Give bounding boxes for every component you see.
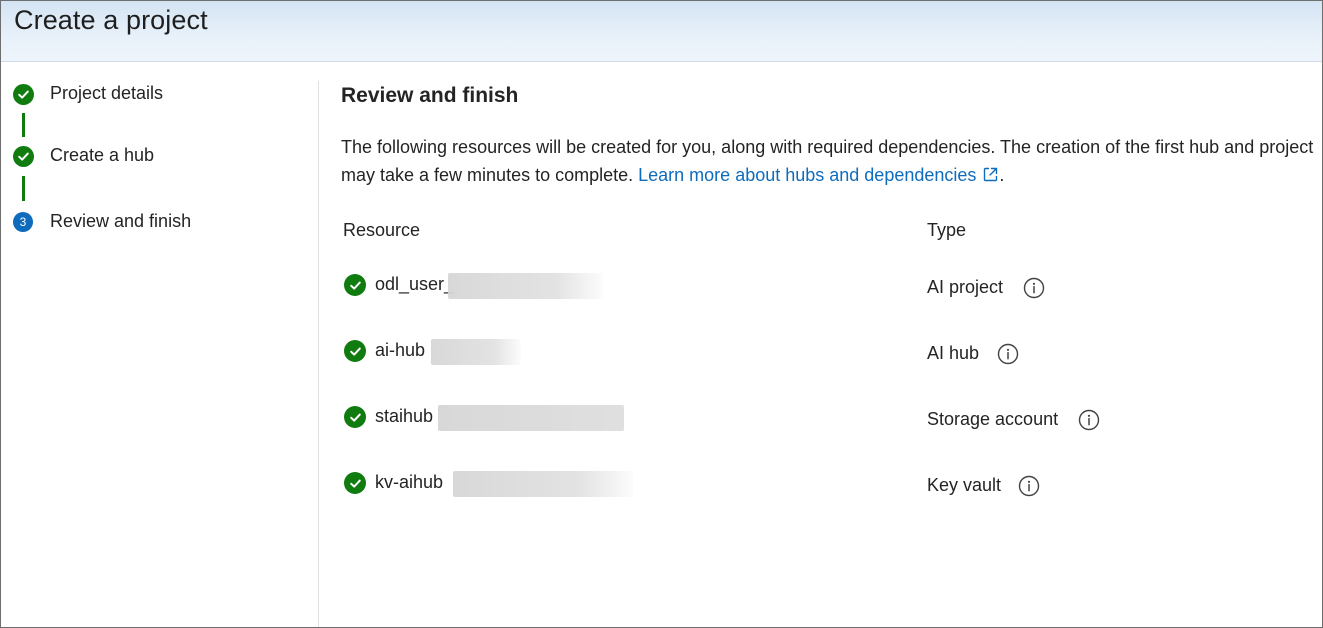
redacted-area bbox=[448, 273, 603, 299]
open-external-icon bbox=[982, 163, 999, 191]
step-label: Review and finish bbox=[50, 211, 192, 231]
step-connector bbox=[22, 113, 25, 137]
description-suffix: . bbox=[999, 165, 1005, 185]
checkmark-circle-icon bbox=[13, 146, 34, 167]
step-connector bbox=[22, 176, 25, 201]
resource-type: Storage account bbox=[927, 409, 1059, 429]
section-title: Review and finish bbox=[341, 84, 519, 107]
step-label: Project details bbox=[50, 83, 164, 103]
checkmark-circle-icon bbox=[344, 340, 366, 362]
checkmark-circle-icon bbox=[344, 472, 366, 494]
table-row: kv-aihub Key vault bbox=[1, 469, 1322, 509]
resource-type: AI hub bbox=[927, 343, 980, 363]
resource-name: odl_user_ bbox=[375, 274, 455, 294]
create-project-dialog: Create a project Project details Create … bbox=[0, 0, 1323, 628]
step-number-badge: 3 bbox=[13, 212, 33, 232]
redacted-area bbox=[438, 405, 624, 431]
dialog-title: Create a project bbox=[14, 5, 208, 35]
step-label: Create a hub bbox=[50, 145, 155, 165]
info-icon[interactable] bbox=[1078, 409, 1100, 431]
resource-name: ai-hub bbox=[375, 340, 426, 360]
learn-more-link[interactable]: Learn more about hubs and dependencies bbox=[638, 165, 999, 185]
redacted-area bbox=[431, 339, 521, 365]
table-row: odl_user_ AI project bbox=[1, 271, 1322, 311]
column-header-type: Type bbox=[927, 220, 967, 240]
info-icon[interactable] bbox=[1018, 475, 1040, 497]
info-icon[interactable] bbox=[1023, 277, 1045, 299]
resource-name: kv-aihub bbox=[375, 472, 444, 492]
dialog-header: Create a project bbox=[1, 1, 1322, 62]
resource-name: staihub bbox=[375, 406, 434, 426]
resource-type: AI project bbox=[927, 277, 1004, 297]
table-row: ai-hub AI hub bbox=[1, 337, 1322, 377]
table-row: staihub Storage account bbox=[1, 403, 1322, 443]
info-icon[interactable] bbox=[997, 343, 1019, 365]
checkmark-circle-icon bbox=[13, 84, 34, 105]
column-header-resource: Resource bbox=[343, 220, 421, 240]
description: The following resources will be created … bbox=[341, 133, 1316, 191]
checkmark-circle-icon bbox=[344, 274, 366, 296]
checkmark-circle-icon bbox=[344, 406, 366, 428]
resource-type: Key vault bbox=[927, 475, 1002, 495]
learn-more-link-text: Learn more about hubs and dependencies bbox=[638, 165, 977, 185]
redacted-area bbox=[453, 471, 633, 497]
